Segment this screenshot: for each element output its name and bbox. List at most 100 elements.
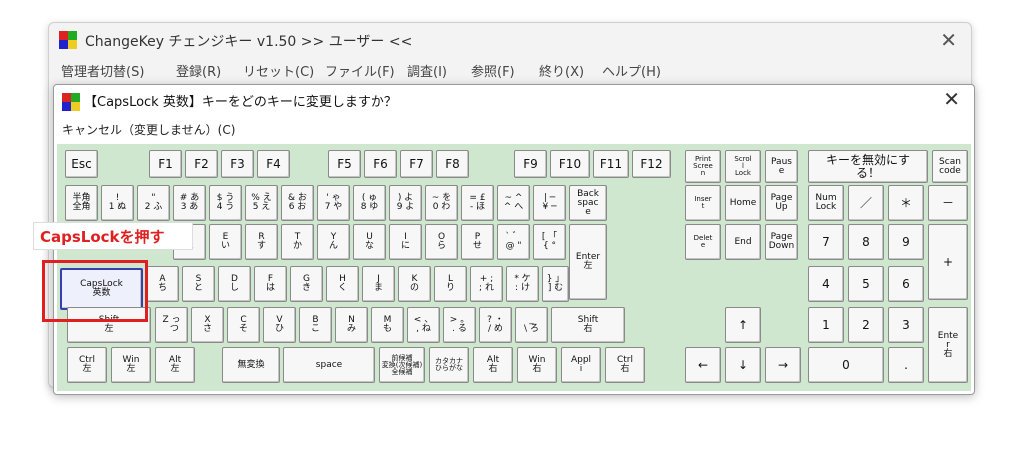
- key-c[interactable]: C そ: [227, 307, 260, 343]
- key-colon[interactable]: * ケ : け: [506, 266, 539, 302]
- space-key[interactable]: space: [283, 347, 375, 383]
- cancel-menu[interactable]: キャンセル（変更しません）(C): [62, 121, 235, 138]
- apps-key[interactable]: Appl i: [561, 347, 601, 383]
- window-close-icon[interactable]: ✕: [940, 28, 957, 52]
- key-yen[interactable]: | ─ ¥ ─: [533, 185, 566, 221]
- backspace-key[interactable]: Back spac e: [569, 185, 607, 221]
- key-5[interactable]: % え 5 え: [245, 185, 278, 221]
- key-minus[interactable]: = £ - ほ: [461, 185, 494, 221]
- key-u[interactable]: U な: [353, 224, 386, 260]
- key-1[interactable]: ! 1 ぬ: [101, 185, 134, 221]
- page-down-key[interactable]: Page Down: [765, 224, 798, 260]
- numpad-8[interactable]: 8: [848, 224, 884, 260]
- key-l[interactable]: L り: [434, 266, 467, 302]
- key-e[interactable]: E い: [209, 224, 242, 260]
- alt-left-key[interactable]: Alt 左: [155, 347, 195, 383]
- key-o[interactable]: O ら: [425, 224, 458, 260]
- numpad-7[interactable]: 7: [808, 224, 844, 260]
- key-bracket-close[interactable]: } 」 ] む: [542, 266, 569, 302]
- key-comma[interactable]: < 、 , ね: [407, 307, 440, 343]
- win-left-key[interactable]: Win 左: [111, 347, 151, 383]
- key-f[interactable]: F は: [254, 266, 287, 302]
- numpad-minus-key[interactable]: －: [928, 185, 968, 221]
- key-backslash[interactable]: _ \ ろ: [515, 307, 548, 343]
- insert-key[interactable]: Inser t: [685, 185, 721, 221]
- key-p[interactable]: P せ: [461, 224, 494, 260]
- ctrl-left-key[interactable]: Ctrl 左: [67, 347, 107, 383]
- key-y[interactable]: Y ん: [317, 224, 350, 260]
- key-b[interactable]: B こ: [299, 307, 332, 343]
- key-j[interactable]: J ま: [362, 266, 395, 302]
- f5-key[interactable]: F5: [328, 150, 361, 178]
- numpad-multiply-key[interactable]: ＊: [888, 185, 924, 221]
- arrow-up-key[interactable]: ↑: [725, 307, 761, 343]
- numpad-3[interactable]: 3: [888, 307, 924, 343]
- menu-exit[interactable]: 終り(X): [539, 61, 584, 80]
- key-d[interactable]: D し: [218, 266, 251, 302]
- key-r[interactable]: R す: [245, 224, 278, 260]
- numpad-4[interactable]: 4: [808, 266, 844, 302]
- dialog-close-icon[interactable]: ✕: [943, 87, 960, 111]
- numpad-0[interactable]: 0: [808, 347, 884, 383]
- f8-key[interactable]: F8: [436, 150, 469, 178]
- key-2[interactable]: " 2 ふ: [137, 185, 170, 221]
- arrow-left-key[interactable]: ←: [685, 347, 721, 383]
- key-z[interactable]: Z っ つ: [155, 307, 188, 343]
- henkan-key[interactable]: 前候補 変換(次候補) 全候補: [379, 347, 425, 383]
- menu-help[interactable]: ヘルプ(H): [602, 61, 661, 80]
- print-screen-key[interactable]: Print Scree n: [685, 150, 721, 183]
- pause-key[interactable]: Paus e: [765, 150, 798, 183]
- key-n[interactable]: N み: [335, 307, 368, 343]
- page-up-key[interactable]: Page Up: [765, 185, 798, 221]
- numpad-6[interactable]: 6: [888, 266, 924, 302]
- shift-right-key[interactable]: Shift 右: [551, 307, 625, 343]
- numpad-1[interactable]: 1: [808, 307, 844, 343]
- delete-key[interactable]: Delet e: [685, 224, 721, 260]
- key-i[interactable]: I に: [389, 224, 422, 260]
- f12-key[interactable]: F12: [632, 150, 671, 178]
- menu-reference[interactable]: 参照(F): [471, 61, 515, 80]
- numpad-plus-key[interactable]: +: [928, 224, 968, 300]
- win-right-key[interactable]: Win 右: [517, 347, 557, 383]
- muhenkan-key[interactable]: 無変換: [222, 347, 280, 383]
- key-g[interactable]: G き: [290, 266, 323, 302]
- kana-key[interactable]: カタカナ ひらがな: [429, 347, 469, 383]
- f9-key[interactable]: F9: [514, 150, 547, 178]
- f1-key[interactable]: F1: [149, 150, 182, 178]
- numpad-9[interactable]: 9: [888, 224, 924, 260]
- key-m[interactable]: M も: [371, 307, 404, 343]
- f2-key[interactable]: F2: [185, 150, 218, 178]
- key-h[interactable]: H く: [326, 266, 359, 302]
- enter-left-key[interactable]: Enter 左: [569, 224, 607, 300]
- menu-file[interactable]: ファイル(F): [325, 61, 395, 80]
- numpad-2[interactable]: 2: [848, 307, 884, 343]
- scroll-lock-key[interactable]: Scrol l Lock: [725, 150, 761, 183]
- key-v[interactable]: V ひ: [263, 307, 296, 343]
- menu-inspect[interactable]: 調査(I): [407, 61, 447, 80]
- key-t[interactable]: T か: [281, 224, 314, 260]
- disable-key-button[interactable]: キーを無効にす る！: [808, 150, 928, 183]
- scan-code-button[interactable]: Scan code: [932, 150, 968, 183]
- key-at[interactable]: ` ゛ @ ": [497, 224, 530, 260]
- f10-key[interactable]: F10: [550, 150, 590, 178]
- numpad-divide-key[interactable]: ／: [848, 185, 884, 221]
- key-s[interactable]: S と: [182, 266, 215, 302]
- f11-key[interactable]: F11: [593, 150, 629, 178]
- key-k[interactable]: K の: [398, 266, 431, 302]
- key-period[interactable]: > 。 . る: [443, 307, 476, 343]
- key-8[interactable]: ( ゅ 8 ゆ: [353, 185, 386, 221]
- esc-key[interactable]: Esc: [65, 150, 98, 178]
- end-key[interactable]: End: [725, 224, 761, 260]
- menu-register[interactable]: 登録(R): [176, 61, 221, 80]
- numpad-enter-key[interactable]: Ente r 右: [928, 307, 968, 383]
- key-9[interactable]: ) よ 9 よ: [389, 185, 422, 221]
- key-3[interactable]: # あ 3 あ: [173, 185, 206, 221]
- key-4[interactable]: $ う 4 う: [209, 185, 242, 221]
- key-6[interactable]: & お 6 お: [281, 185, 314, 221]
- f6-key[interactable]: F6: [364, 150, 397, 178]
- menu-admin-switch[interactable]: 管理者切替(S): [61, 61, 144, 80]
- key-7[interactable]: ' ゃ 7 や: [317, 185, 350, 221]
- key-semicolon[interactable]: + ; ; れ: [470, 266, 503, 302]
- key-x[interactable]: X さ: [191, 307, 224, 343]
- num-lock-key[interactable]: Num Lock: [808, 185, 844, 221]
